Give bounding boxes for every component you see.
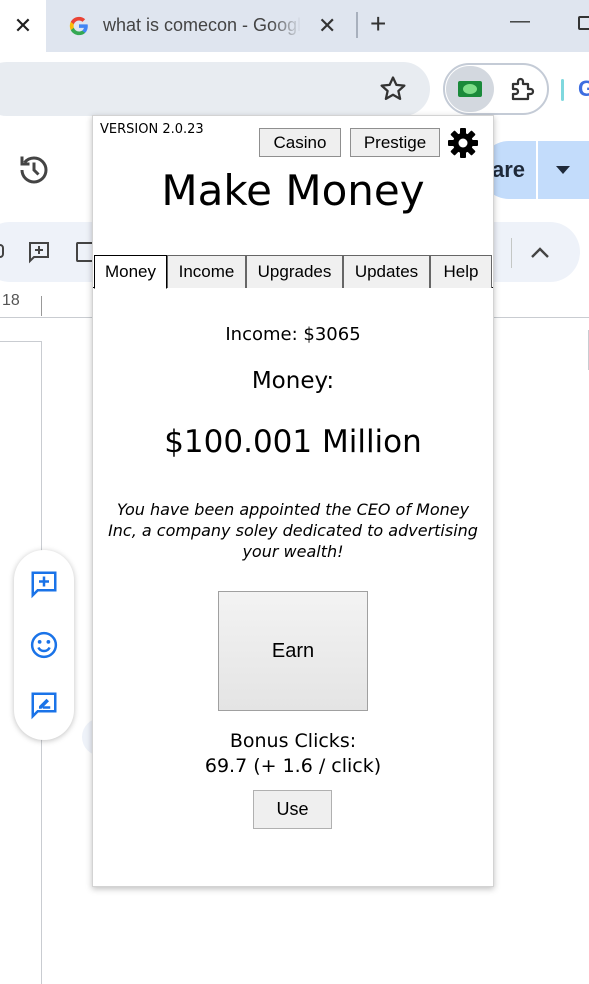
add-comment-icon[interactable] (26, 240, 52, 264)
use-bonus-button[interactable]: Use (253, 790, 332, 829)
game-description: You have been appointed the CEO of Money… (108, 500, 478, 561)
chevron-up-icon[interactable] (528, 244, 552, 260)
bonus-clicks-label: Bonus Clicks: (229, 730, 357, 752)
screen: ✕ what is comecon - Google Search ✕ + — (0, 0, 589, 984)
version-label: VERSION 2.0.23 (100, 122, 204, 137)
version-history-icon[interactable] (16, 152, 52, 188)
money-label: Money: (251, 368, 335, 394)
tab-help[interactable]: Help (430, 255, 492, 288)
bonus-clicks-value: 69.7 (+ 1.6 / click) (204, 755, 382, 777)
link-icon[interactable] (0, 244, 4, 258)
income-text: Income: $3065 (225, 324, 361, 345)
new-tab-button[interactable]: + (370, 8, 386, 40)
profile-sync-indicator (561, 79, 564, 101)
previous-tab-close-button[interactable]: ✕ (0, 0, 46, 52)
money-value: $100.001 Million (164, 424, 422, 460)
chevron-down-icon[interactable] (556, 166, 570, 174)
gear-icon[interactable] (447, 127, 479, 159)
google-logo-icon (69, 16, 88, 36)
profile-avatar[interactable]: G (578, 76, 589, 102)
toolbar-divider (511, 238, 512, 268)
browser-tab[interactable]: what is comecon - Google Search ✕ (56, 6, 350, 46)
bookmark-star-icon[interactable] (378, 74, 408, 104)
add-comment-icon[interactable] (29, 569, 59, 599)
tab-money[interactable]: Money (94, 255, 167, 289)
app-title: Make Money (161, 166, 425, 215)
money-bill-icon (458, 81, 482, 97)
casino-button[interactable]: Casino (259, 128, 341, 157)
ruler-margin-marker[interactable] (41, 296, 42, 316)
money-extension-button[interactable] (446, 66, 494, 112)
page-top-edge (0, 341, 42, 342)
share-button[interactable]: are (480, 141, 589, 199)
emoji-reaction-icon[interactable] (29, 630, 59, 660)
browser-toolbar: G (0, 52, 589, 124)
browser-tab-close-button[interactable]: ✕ (318, 13, 336, 39)
browser-tab-strip: ✕ what is comecon - Google Search ✕ + — (0, 0, 589, 52)
prestige-button[interactable]: Prestige (350, 128, 440, 157)
popup-tabs: Money Income Upgrades Updates Help (93, 255, 493, 289)
share-button-divider (536, 141, 538, 199)
browser-tab-title: what is comecon - Google Search (103, 15, 301, 35)
address-bar[interactable] (0, 62, 430, 116)
share-button-label: are (492, 157, 526, 182)
ruler-number: 18 (2, 292, 20, 309)
comment-side-toolbar (14, 550, 74, 740)
tab-income[interactable]: Income (167, 255, 246, 288)
window-minimize-button[interactable]: — (510, 10, 530, 33)
window-restore-button[interactable] (578, 16, 589, 30)
tab-updates[interactable]: Updates (343, 255, 430, 288)
suggest-edits-icon[interactable] (29, 690, 59, 720)
tab-upgrades[interactable]: Upgrades (246, 255, 343, 288)
puzzle-icon[interactable] (508, 74, 538, 104)
tab-separator (356, 12, 358, 38)
make-money-popup: VERSION 2.0.23 Casino Prestige Make Mone… (92, 115, 494, 887)
earn-button[interactable]: Earn (218, 591, 368, 711)
